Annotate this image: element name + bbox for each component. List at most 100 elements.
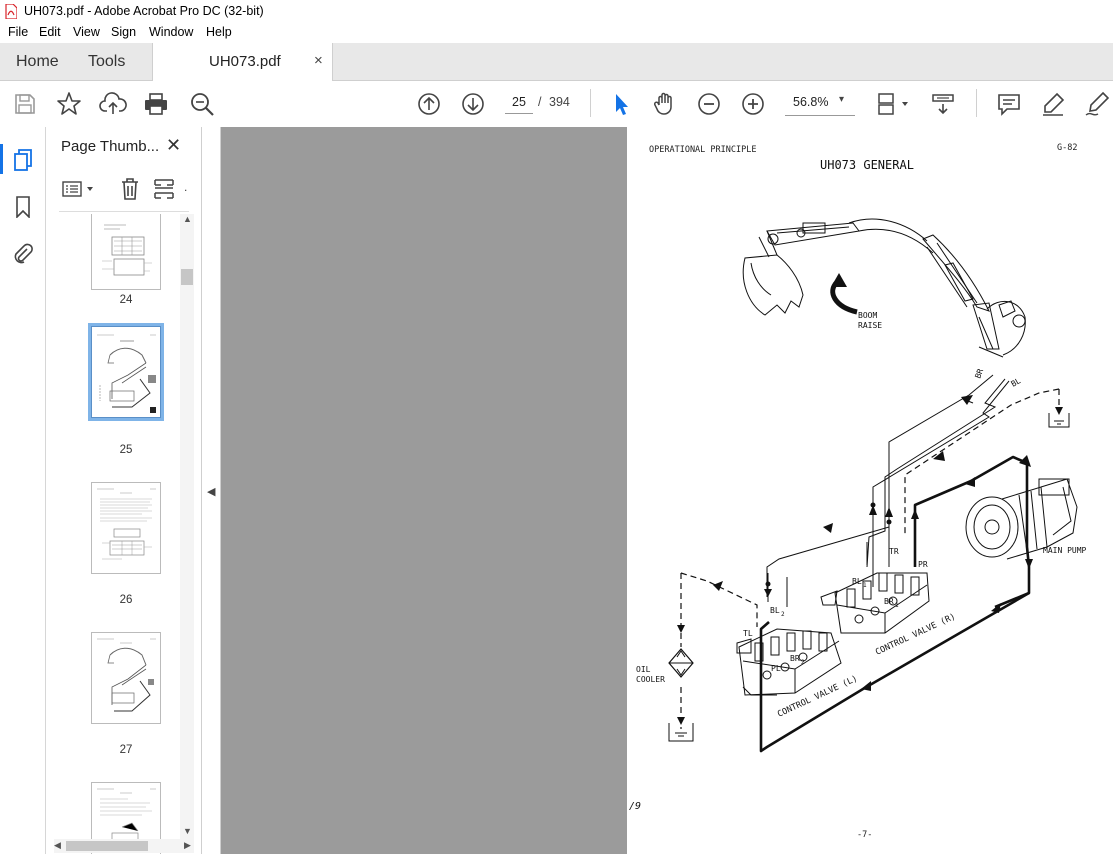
select-cursor-icon[interactable] bbox=[607, 90, 635, 118]
oil-cooler-internals bbox=[669, 650, 693, 676]
highlight-icon[interactable] bbox=[1039, 90, 1067, 118]
save-icon[interactable] bbox=[11, 90, 39, 118]
excavator-boom-drawing bbox=[922, 234, 1026, 358]
pressure-arrow bbox=[911, 509, 919, 519]
control-valve-l-drawing bbox=[736, 628, 842, 696]
tank-symbol bbox=[1048, 413, 1070, 428]
fit-page-icon[interactable] bbox=[873, 90, 913, 118]
panel-title: Page Thumb... bbox=[61, 138, 160, 155]
thumbnail-page-24[interactable] bbox=[91, 214, 161, 290]
thumbnail-page-25[interactable] bbox=[88, 323, 164, 421]
panel-divider bbox=[59, 211, 189, 212]
collapse-left-icon[interactable]: ◀ bbox=[207, 485, 215, 498]
print-icon[interactable] bbox=[142, 90, 170, 118]
tab-tools[interactable]: Tools bbox=[88, 53, 125, 71]
margin-mark: /9 bbox=[629, 801, 641, 812]
thumbnail-scrollbar[interactable]: ▲ ▼ bbox=[180, 214, 194, 839]
zoom-level-dropdown[interactable]: 56.8% ▾ bbox=[785, 90, 855, 116]
page-down-icon[interactable] bbox=[459, 90, 487, 118]
label-tr: TR bbox=[889, 547, 899, 556]
thumbnail-page-27[interactable] bbox=[91, 632, 161, 724]
label-pl: PL bbox=[771, 664, 781, 673]
flow-arrow bbox=[764, 589, 772, 597]
thumbnail-tools: . bbox=[59, 176, 189, 202]
thumbnail-view-marker bbox=[150, 407, 156, 413]
label-bl2: BL bbox=[770, 606, 780, 615]
toolbar-divider bbox=[976, 89, 977, 117]
zoom-out-icon[interactable] bbox=[695, 90, 723, 118]
insert-page-icon[interactable] bbox=[152, 177, 176, 201]
zoom-find-icon[interactable] bbox=[188, 90, 216, 118]
left-navigation-rail bbox=[0, 127, 46, 854]
drain-arrow bbox=[713, 581, 723, 591]
menu-view[interactable]: View bbox=[73, 25, 100, 39]
flow-arrow bbox=[961, 395, 973, 405]
label-tl: TL bbox=[743, 629, 753, 638]
page-total: 394 bbox=[549, 95, 570, 109]
attachments-icon[interactable] bbox=[12, 242, 34, 264]
page-thumbnails-icon[interactable] bbox=[13, 148, 35, 172]
thumbnail-page-label: 26 bbox=[119, 594, 133, 606]
scroll-mode-icon[interactable] bbox=[929, 90, 957, 118]
panel-collapse-strip[interactable]: ◀ bbox=[202, 127, 221, 854]
scroll-left-icon[interactable]: ◀ bbox=[54, 840, 61, 851]
toolbar: / 394 56.8% ▾ bbox=[0, 81, 1113, 128]
scrollbar-thumb[interactable] bbox=[181, 269, 193, 285]
pdf-app-icon bbox=[5, 4, 17, 19]
menu-window[interactable]: Window bbox=[149, 25, 193, 39]
scroll-up-icon[interactable]: ▲ bbox=[183, 214, 192, 224]
label-br2: BR bbox=[790, 654, 800, 663]
hydraulic-lines bbox=[766, 374, 1010, 607]
sign-pen-icon[interactable] bbox=[1083, 90, 1111, 118]
zoom-in-icon[interactable] bbox=[739, 90, 767, 118]
menu-edit[interactable]: Edit bbox=[39, 25, 61, 39]
page-title: UH073 GENERAL bbox=[820, 158, 914, 172]
excavator-arm-drawing bbox=[766, 218, 934, 254]
tab-document[interactable]: UH073.pdf × bbox=[152, 43, 333, 81]
label-boom: BOOM bbox=[858, 311, 877, 320]
more-tools-icon[interactable]: . bbox=[184, 180, 187, 194]
bookmark-star-icon[interactable] bbox=[55, 90, 83, 118]
page-up-icon[interactable] bbox=[415, 90, 443, 118]
document-tab-label: UH073.pdf bbox=[209, 53, 281, 70]
label-bl1: BL bbox=[852, 577, 862, 586]
hand-tool-icon[interactable] bbox=[651, 90, 679, 118]
thumbnail-page-26[interactable] bbox=[91, 482, 161, 574]
zoom-level-value: 56.8% bbox=[793, 95, 829, 109]
menu-help[interactable]: Help bbox=[206, 25, 232, 39]
menu-file[interactable]: File bbox=[8, 25, 28, 39]
close-panel-icon[interactable]: ✕ bbox=[166, 135, 181, 156]
page-header-right: G-82 bbox=[1057, 143, 1077, 153]
chevron-down-icon: ▾ bbox=[839, 94, 845, 105]
tab-home[interactable]: Home bbox=[16, 53, 59, 71]
comment-icon[interactable] bbox=[995, 90, 1023, 118]
horizontal-scrollbar-thumb[interactable] bbox=[66, 841, 148, 851]
delete-page-icon[interactable] bbox=[119, 177, 141, 201]
close-tab-icon[interactable]: × bbox=[314, 52, 323, 69]
upload-icon[interactable] bbox=[99, 90, 127, 118]
scroll-down-icon[interactable]: ▼ bbox=[183, 826, 192, 836]
label-bl1-sub: 1 bbox=[863, 582, 867, 589]
thumbnail-list: 24 25 26 27 bbox=[46, 214, 201, 854]
thumbnail-page-label: 25 bbox=[119, 444, 133, 456]
page-thumbnails-panel: Page Thumb... ✕ . 24 25 26 27 ▲ ▼ ◀ ▶ bbox=[46, 127, 202, 854]
label-br-top: BR bbox=[973, 367, 985, 379]
drain-arrow bbox=[1055, 407, 1063, 415]
title-bar: UH073.pdf - Adobe Acrobat Pro DC (32-bit… bbox=[0, 0, 1113, 23]
flow-arrow bbox=[885, 507, 893, 517]
thumbnail-options-icon[interactable] bbox=[61, 179, 99, 199]
drain-arrow bbox=[677, 625, 685, 633]
page-number-input[interactable] bbox=[505, 91, 533, 114]
label-bl-top: BL bbox=[1010, 376, 1023, 389]
label-control-valve-l: CONTROL VALVE (L) bbox=[776, 674, 859, 720]
page-header-left: OPERATIONAL PRINCIPLE bbox=[649, 145, 756, 155]
hydraulic-diagram: OPERATIONAL PRINCIPLE G-82 UH073 GENERAL bbox=[629, 143, 1087, 840]
scroll-right-icon[interactable]: ▶ bbox=[184, 840, 191, 851]
menu-sign[interactable]: Sign bbox=[111, 25, 136, 39]
pdf-page: OPERATIONAL PRINCIPLE G-82 UH073 GENERAL bbox=[627, 127, 1113, 854]
junction-dot bbox=[765, 581, 771, 587]
page-separator: / bbox=[538, 95, 542, 109]
thumbnail-page-label: 27 bbox=[119, 744, 133, 756]
bookmarks-icon[interactable] bbox=[15, 196, 31, 218]
junction-dot bbox=[886, 519, 892, 525]
